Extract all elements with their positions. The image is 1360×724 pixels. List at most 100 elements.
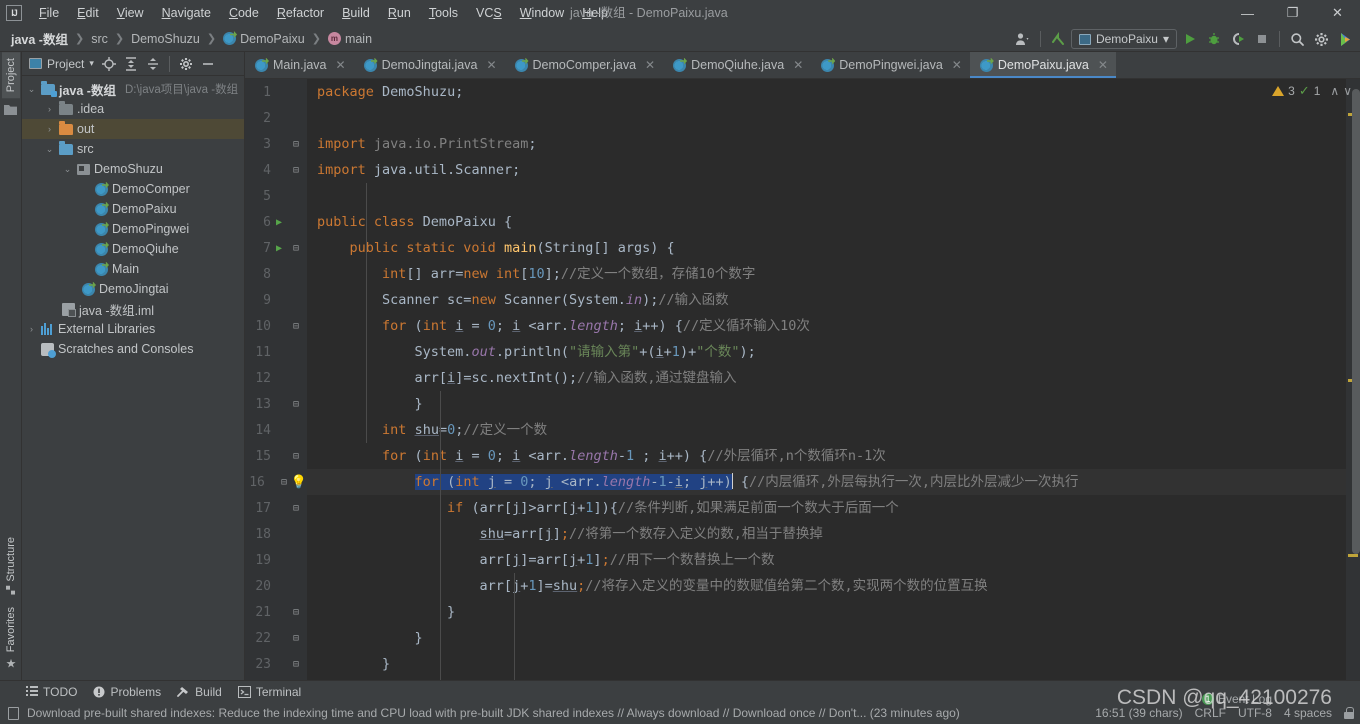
tool-window-button-project[interactable]: Project [1,52,20,99]
breadcrumb-item-package[interactable]: DemoShuzu [128,31,203,47]
menu-refactor[interactable]: Refactor [268,3,333,23]
menu-tools[interactable]: Tools [420,3,467,23]
tool-window-button-build[interactable]: Build [177,685,222,699]
fold-marker[interactable]: ⊟ [287,607,305,618]
editor-tab-demojingtai[interactable]: DemoJingtai.java ✕ [354,52,505,78]
tool-window-button-todo[interactable]: TODO [26,685,77,699]
tree-node-package[interactable]: ⌄ DemoShuzu [22,159,244,179]
tool-window-button-problems[interactable]: Problems [93,685,161,699]
tree-node-scratches[interactable]: Scratches and Consoles [22,339,244,359]
code-editor-text[interactable]: package DemoShuzu; import java.io.PrintS… [307,79,1346,680]
editor-tab-demopaixu[interactable]: DemoPaixu.java ✕ [969,52,1117,78]
tree-node-idea[interactable]: › .idea [22,99,244,119]
menu-navigate[interactable]: Navigate [153,3,220,23]
vertical-scrollbar-thumb[interactable] [1352,89,1360,554]
editor-tab-demoqiuhe[interactable]: DemoQiuhe.java ✕ [663,52,811,78]
tree-node-class[interactable]: DemoPaixu [22,199,244,219]
close-icon[interactable]: ✕ [336,58,346,72]
inspection-widget[interactable]: 3 ✓ 1 ∧ ∨ [1272,83,1352,99]
close-icon[interactable]: ✕ [486,58,496,72]
menu-window[interactable]: Window [511,3,573,23]
tool-window-button-favorites[interactable]: ★ Favorites [1,601,21,676]
lock-icon[interactable] [1344,707,1354,719]
editor-tab-main[interactable]: Main.java ✕ [245,52,354,78]
breadcrumb-item-project[interactable]: java -数组 [8,28,71,49]
breadcrumb-item-class[interactable]: DemoPaixu [220,31,308,47]
menu-edit[interactable]: Edit [68,3,108,23]
settings-gear-icon[interactable] [176,54,196,74]
collapse-all-icon[interactable] [143,54,163,74]
user-avatar-icon[interactable] [1012,28,1034,50]
fold-marker[interactable]: ⊟ [287,139,305,150]
run-icon[interactable] [1179,28,1201,50]
maximize-button[interactable]: ❐ [1270,0,1315,26]
indent-setting[interactable]: 4 spaces [1284,706,1332,720]
menu-view[interactable]: View [108,3,153,23]
breadcrumb-item-method[interactable]: m main [325,31,375,47]
gutter-run-marker[interactable]: ▶ [271,217,287,228]
event-log-widget[interactable]: 1 Event Log [1201,692,1272,706]
close-button[interactable]: ✕ [1315,0,1360,26]
close-icon[interactable]: ✕ [952,58,962,72]
chevron-down-icon[interactable]: ⌄ [62,164,73,175]
editor-gutter[interactable]: 1 2 3 ⊟ 4 ⊟ 5 6 ▶ 7 ▶ ⊟ 8 9 10 ⊟ 11 12 13 ⊟ 14 … [245,79,307,680]
scroll-up-icon[interactable]: ∧ [1330,84,1339,98]
expand-all-icon[interactable] [121,54,141,74]
project-panel-title[interactable]: Project ▾ [26,57,97,71]
tree-node-class[interactable]: DemoComper [22,179,244,199]
breadcrumb-item-src[interactable]: src [88,31,111,47]
fold-marker[interactable]: ⊟ [287,659,305,670]
menu-build[interactable]: Build [333,3,379,23]
tree-node-module[interactable]: ⌄ java -数组 D:\java项目\java -数组 [22,79,244,99]
menu-run[interactable]: Run [379,3,420,23]
fold-marker[interactable]: ⊟ [287,243,305,254]
menu-code[interactable]: Code [220,3,268,23]
fold-marker[interactable]: ⊟ [287,503,305,514]
warning-marker[interactable] [1348,554,1358,557]
fold-marker[interactable]: ⊟ [287,321,305,332]
fold-marker[interactable]: ⊟ [287,165,305,176]
settings-gear-icon[interactable] [1310,28,1332,50]
tree-node-class[interactable]: Main [22,259,244,279]
editor-marker-rail[interactable] [1346,79,1360,680]
caret-position[interactable]: 16:51 (39 chars) [1095,706,1182,720]
tree-node-class[interactable]: DemoPingwei [22,219,244,239]
tree-node-class[interactable]: DemoQiuhe [22,239,244,259]
fold-marker[interactable]: ⊟ [277,477,291,488]
chevron-right-icon[interactable]: › [26,324,37,334]
line-separator[interactable]: CRLF [1195,706,1226,720]
tree-node-src[interactable]: ⌄ src [22,139,244,159]
locate-target-icon[interactable] [99,54,119,74]
run-configuration-selector[interactable]: DemoPaixu ▾ [1070,29,1177,49]
fold-marker[interactable]: ⊟ [287,399,305,410]
close-icon[interactable]: ✕ [1098,58,1108,72]
status-message[interactable]: Download pre-built shared indexes: Reduc… [27,706,960,720]
tool-window-button-structure[interactable]: Structure [2,531,20,601]
updates-arrow-icon[interactable] [1047,28,1069,50]
debug-icon[interactable] [1203,28,1225,50]
hide-panel-icon[interactable] [198,54,218,74]
menu-file[interactable]: File [30,3,68,23]
run-coverage-icon[interactable] [1227,28,1249,50]
editor-tab-democomper[interactable]: DemoComper.java ✕ [505,52,664,78]
stop-icon[interactable] [1251,28,1273,50]
close-icon[interactable]: ✕ [793,58,803,72]
tree-node-class[interactable]: DemoJingtai [22,279,244,299]
ide-help-icon[interactable] [1334,28,1356,50]
gutter-run-marker[interactable]: ▶ [271,243,287,254]
fold-marker[interactable]: ⊟ [287,451,305,462]
tree-node-iml[interactable]: java -数组.iml [22,299,244,319]
chevron-down-icon[interactable]: ⌄ [44,144,55,155]
close-icon[interactable]: ✕ [645,58,655,72]
tool-window-button-terminal[interactable]: Terminal [237,685,301,699]
editor-tab-demopingwei[interactable]: DemoPingwei.java ✕ [811,52,970,78]
menu-vcs[interactable]: VCS [467,3,511,23]
fold-marker[interactable]: ⊟ [287,633,305,644]
search-everywhere-icon[interactable] [1286,28,1308,50]
minimize-button[interactable]: — [1225,0,1270,26]
chevron-right-icon[interactable]: › [44,124,55,134]
file-encoding[interactable]: UTF-8 [1238,706,1272,720]
intention-bulb-icon[interactable]: 💡 [291,476,307,489]
chevron-right-icon[interactable]: › [44,104,55,114]
tree-node-out[interactable]: › out [22,119,244,139]
